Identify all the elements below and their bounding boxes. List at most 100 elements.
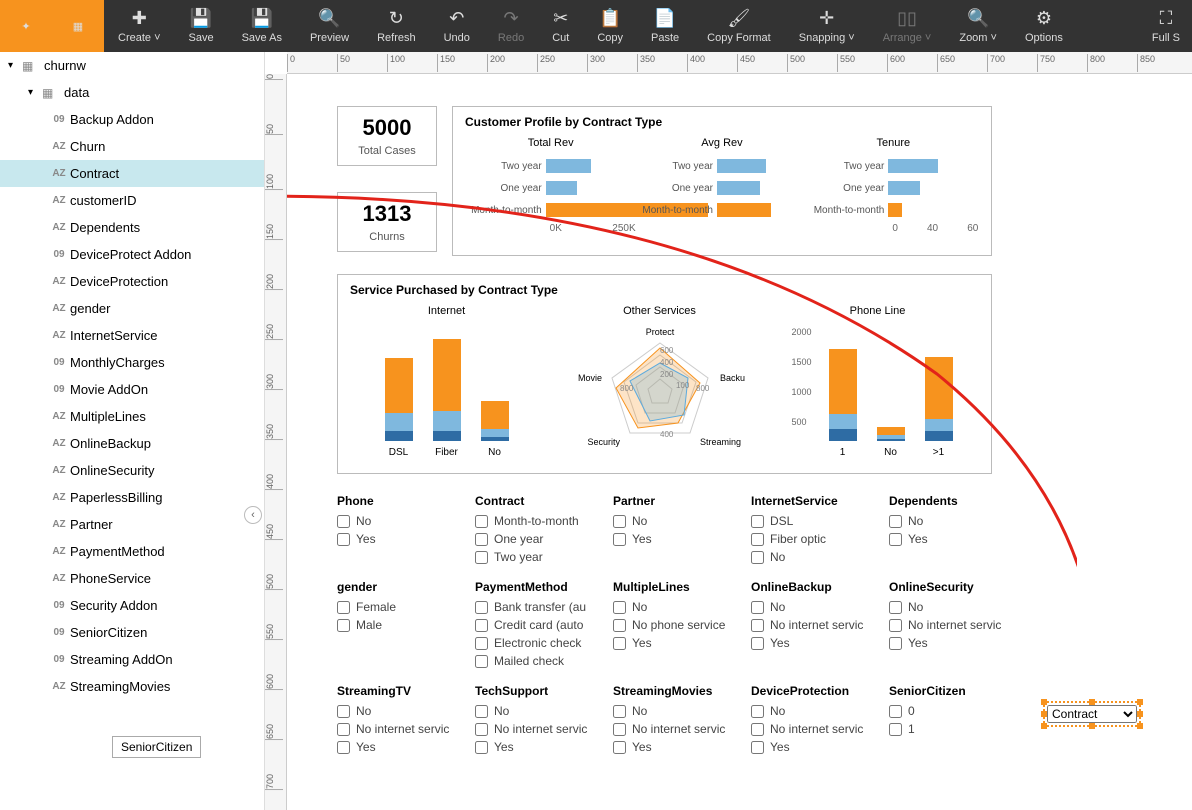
filter-group: ContractMonth-to-monthOne yearTwo year xyxy=(475,494,605,568)
filter-option[interactable]: No xyxy=(751,550,881,564)
tree-item[interactable]: 09 Security Addon xyxy=(0,592,264,619)
zoom-button[interactable]: 🔍Zoom ˅ xyxy=(945,0,1011,52)
saveas-button[interactable]: 💾Save As xyxy=(228,0,296,52)
tree-item[interactable]: AZ PaperlessBilling xyxy=(0,484,264,511)
filter-option[interactable]: Yes xyxy=(613,740,743,754)
filter-option[interactable]: No xyxy=(337,704,467,718)
filter-option[interactable]: Electronic check xyxy=(475,636,605,650)
filter-option[interactable]: Yes xyxy=(751,740,881,754)
tree-item[interactable]: AZ DeviceProtection xyxy=(0,268,264,295)
filter-option[interactable]: No internet servic xyxy=(751,618,881,632)
filter-option[interactable]: Yes xyxy=(613,532,743,546)
filter-option[interactable]: No internet servic xyxy=(889,618,1019,632)
filter-option[interactable]: 0 xyxy=(889,704,1019,718)
filter-option[interactable]: Two year xyxy=(475,550,605,564)
tree-item[interactable]: 09 Backup Addon xyxy=(0,106,264,133)
contract-dropdown[interactable]: Contract xyxy=(1047,705,1137,723)
filter-option[interactable]: No phone service xyxy=(613,618,743,632)
filter-option[interactable]: Yes xyxy=(337,740,467,754)
filter-option[interactable]: No xyxy=(613,514,743,528)
filter-option[interactable]: Yes xyxy=(751,636,881,650)
tree-item[interactable]: AZ MultipleLines xyxy=(0,403,264,430)
filter-option[interactable]: No xyxy=(889,514,1019,528)
filter-option[interactable]: Yes xyxy=(475,740,605,754)
collapse-sidebar-icon[interactable]: ‹ xyxy=(244,506,262,524)
filter-option[interactable]: DSL xyxy=(751,514,881,528)
filter-option[interactable]: No internet servic xyxy=(613,722,743,736)
filter-option[interactable]: 1 xyxy=(889,722,1019,736)
undo-button[interactable]: ↶Undo xyxy=(430,0,484,52)
svg-text:Streaming: Streaming xyxy=(700,437,741,447)
tree-item[interactable]: AZ PhoneService xyxy=(0,565,264,592)
tree-root[interactable]: ▾▦churnw xyxy=(0,52,264,79)
tree-item[interactable]: AZ gender xyxy=(0,295,264,322)
tree-item[interactable]: AZ customerID xyxy=(0,187,264,214)
tree-item[interactable]: AZ PaymentMethod xyxy=(0,538,264,565)
filter-option[interactable]: Yes xyxy=(889,636,1019,650)
tree-item[interactable]: 09 MonthlyCharges xyxy=(0,349,264,376)
filter-option[interactable]: No xyxy=(613,704,743,718)
filter-option[interactable]: One year xyxy=(475,532,605,546)
tree-item[interactable]: AZ Churn xyxy=(0,133,264,160)
tree-item[interactable]: AZ OnlineBackup xyxy=(0,430,264,457)
options-button[interactable]: ⚙Options xyxy=(1011,0,1077,52)
chart-title: Internet xyxy=(372,305,522,317)
filter-option[interactable]: Month-to-month xyxy=(475,514,605,528)
snapping-button[interactable]: ✛Snapping ˅ xyxy=(785,0,869,52)
filter-option[interactable]: No internet servic xyxy=(337,722,467,736)
panel-title: Service Purchased by Contract Type xyxy=(350,283,979,297)
filter-option[interactable]: Yes xyxy=(337,532,467,546)
filter-group: StreamingTVNoNo internet servicYes xyxy=(337,684,467,758)
filter-option[interactable]: No xyxy=(751,600,881,614)
tree-item[interactable]: 09 Movie AddOn xyxy=(0,376,264,403)
copyformat-button[interactable]: 🖌Copy Format xyxy=(693,0,785,52)
tree-data-node[interactable]: ▾▦data xyxy=(0,79,264,106)
filter-option[interactable]: Female xyxy=(337,600,467,614)
filter-option[interactable]: No xyxy=(751,704,881,718)
filter-option[interactable]: No xyxy=(475,704,605,718)
dropdown-object[interactable]: Contract xyxy=(1043,701,1141,727)
create-button[interactable]: ✚Create ˅ xyxy=(104,0,175,52)
canvas[interactable]: 5000 Total Cases 1313 Churns Customer Pr… xyxy=(287,74,1192,810)
field-type-icon: AZ xyxy=(48,303,70,314)
tree-item[interactable]: AZ StreamingMovies xyxy=(0,673,264,700)
kpi-total-cases[interactable]: 5000 Total Cases xyxy=(337,106,437,166)
preview-button[interactable]: 🔍Preview xyxy=(296,0,363,52)
filter-option[interactable]: No xyxy=(613,600,743,614)
app-logo-icon[interactable]: ✦ xyxy=(0,0,52,52)
paste-button[interactable]: 📄Paste xyxy=(637,0,693,52)
filter-option[interactable]: No xyxy=(889,600,1019,614)
filter-option[interactable]: Fiber optic xyxy=(751,532,881,546)
field-label: Dependents xyxy=(70,220,140,235)
copy-button[interactable]: 📋Copy xyxy=(583,0,637,52)
filter-option[interactable]: Yes xyxy=(889,532,1019,546)
filter-option[interactable]: Bank transfer (au xyxy=(475,600,605,614)
arrange-button[interactable]: ▯▯Arrange ˅ xyxy=(869,0,946,52)
save-button[interactable]: 💾Save xyxy=(175,0,228,52)
tree-item[interactable]: AZ Contract xyxy=(0,160,264,187)
panel-service-purchased[interactable]: Service Purchased by Contract Type Inter… xyxy=(337,274,992,474)
field-label: Contract xyxy=(70,166,119,181)
filter-option[interactable]: No xyxy=(337,514,467,528)
panel-customer-profile[interactable]: Customer Profile by Contract Type Total … xyxy=(452,106,992,256)
tree-item[interactable]: AZ Dependents xyxy=(0,214,264,241)
tree-item[interactable]: AZ OnlineSecurity xyxy=(0,457,264,484)
filter-option[interactable]: No internet servic xyxy=(751,722,881,736)
tree-item[interactable]: 09 SeniorCitizen xyxy=(0,619,264,646)
cut-button[interactable]: ✂Cut xyxy=(538,0,583,52)
filter-option[interactable]: Yes xyxy=(613,636,743,650)
filter-option[interactable]: Mailed check xyxy=(475,654,605,668)
tree-item[interactable]: 09 Streaming AddOn xyxy=(0,646,264,673)
filter-option[interactable]: Credit card (auto xyxy=(475,618,605,632)
tree-item[interactable]: AZ Partner xyxy=(0,511,264,538)
kpi-churns[interactable]: 1313 Churns xyxy=(337,192,437,252)
app-mode-icon[interactable]: ▦ xyxy=(52,0,104,52)
refresh-button[interactable]: ↻Refresh xyxy=(363,0,430,52)
filter-option[interactable]: No internet servic xyxy=(475,722,605,736)
filter-option[interactable]: Male xyxy=(337,618,467,632)
fullscreen-button[interactable]: ⛶Full S xyxy=(1138,0,1192,52)
tree-item[interactable]: AZ InternetService xyxy=(0,322,264,349)
filter-group: DependentsNoYes xyxy=(889,494,1019,568)
tree-item[interactable]: 09 DeviceProtect Addon xyxy=(0,241,264,268)
redo-button[interactable]: ↷Redo xyxy=(484,0,538,52)
